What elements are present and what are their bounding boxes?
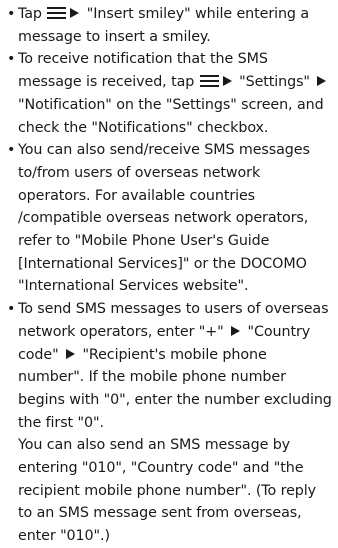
notes-list: • Tap "Insert smiley" while entering a m… xyxy=(6,3,334,548)
bullet: • xyxy=(7,142,16,159)
note-text: You can also send an SMS message by ente… xyxy=(18,437,316,545)
note-text: You can also send/receive SMS messages t… xyxy=(18,142,310,295)
note-text: "Recipient's mobile phone number". If th… xyxy=(18,346,332,431)
note-send-overseas: • To send SMS messages to users of overs… xyxy=(6,298,334,548)
arrow-icon xyxy=(231,325,241,336)
bullet: • xyxy=(7,301,16,318)
menu-icon xyxy=(199,75,219,88)
note-text: "Settings" xyxy=(234,74,315,91)
arrow-icon xyxy=(317,76,327,87)
note-text: Tap xyxy=(18,6,47,22)
note-text: "Notification" on the "Settings" screen,… xyxy=(18,96,324,136)
menu-icon xyxy=(47,7,67,19)
bullet: • xyxy=(7,51,16,68)
arrow-icon xyxy=(222,76,232,87)
note-insert-smiley: • Tap "Insert smiley" while entering a m… xyxy=(6,3,334,48)
bullet: • xyxy=(7,6,16,22)
document-page: • Tap "Insert smiley" while entering a m… xyxy=(0,0,338,544)
note-sms-notification: • To receive notification that the SMS m… xyxy=(6,48,334,139)
note-overseas-operators: • You can also send/receive SMS messages… xyxy=(6,139,334,298)
arrow-icon xyxy=(66,348,75,359)
arrow-icon xyxy=(70,8,80,18)
